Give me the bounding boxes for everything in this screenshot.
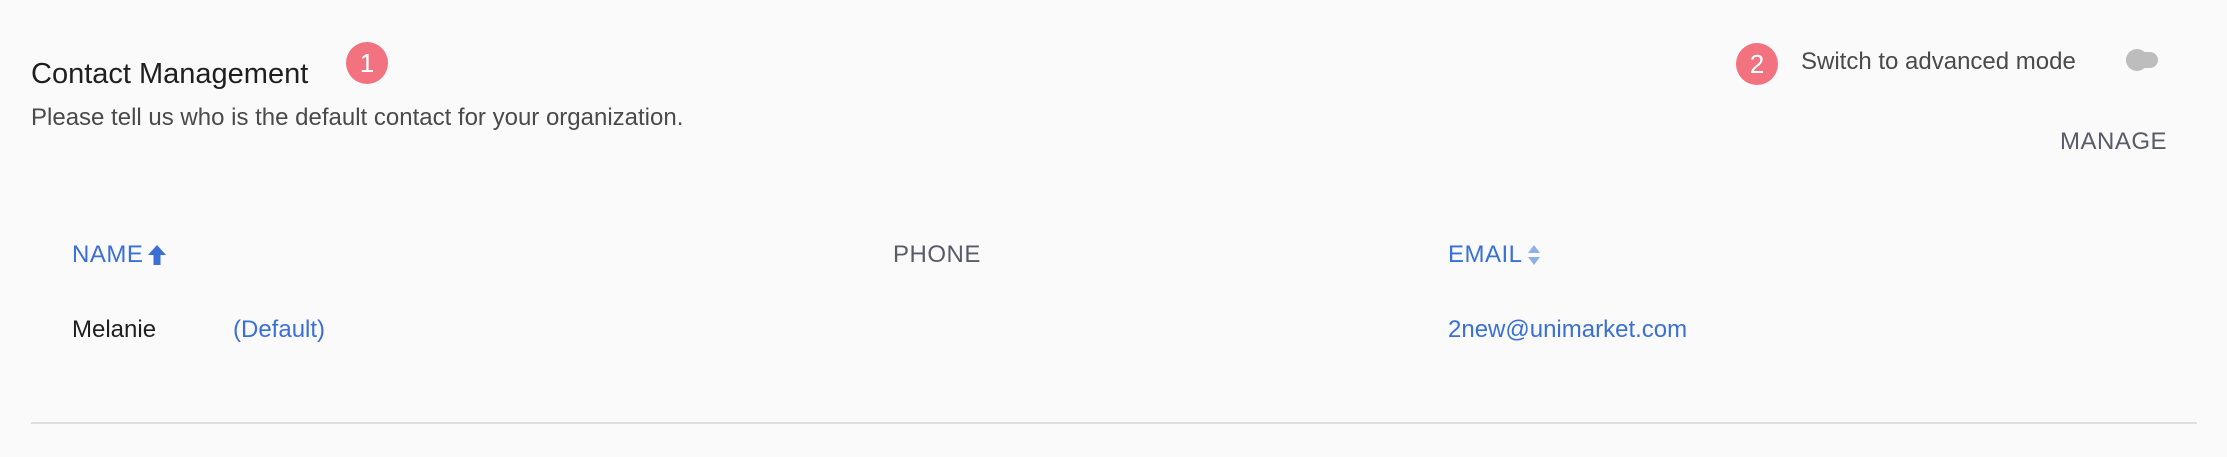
divider: [31, 422, 2197, 424]
contact-management-section: Contact Management 1 Please tell us who …: [0, 0, 2227, 457]
advanced-mode-toggle[interactable]: [2126, 48, 2160, 71]
section-title: Contact Management: [31, 58, 309, 90]
contact-name: Melanie: [72, 316, 157, 343]
step-badge-1: 1: [346, 42, 388, 84]
column-header-name[interactable]: NAME: [72, 241, 167, 269]
default-tag: (Default): [233, 316, 326, 343]
arrow-up-icon: [148, 245, 167, 265]
toggle-knob: [2126, 49, 2148, 71]
step-badge-2: 2: [1736, 43, 1778, 85]
advanced-mode-label: Switch to advanced mode: [1801, 48, 2076, 75]
column-header-name-label: NAME: [72, 241, 144, 268]
contact-email-link[interactable]: 2new@unimarket.com: [1448, 316, 1687, 344]
manage-button[interactable]: MANAGE: [2060, 128, 2167, 156]
column-header-email[interactable]: EMAIL: [1448, 241, 1541, 269]
section-subtitle: Please tell us who is the default contac…: [31, 104, 684, 131]
sort-icon: [1527, 245, 1540, 265]
column-header-email-label: EMAIL: [1448, 241, 1523, 268]
column-header-phone: PHONE: [893, 241, 981, 269]
column-header-phone-label: PHONE: [893, 241, 981, 268]
